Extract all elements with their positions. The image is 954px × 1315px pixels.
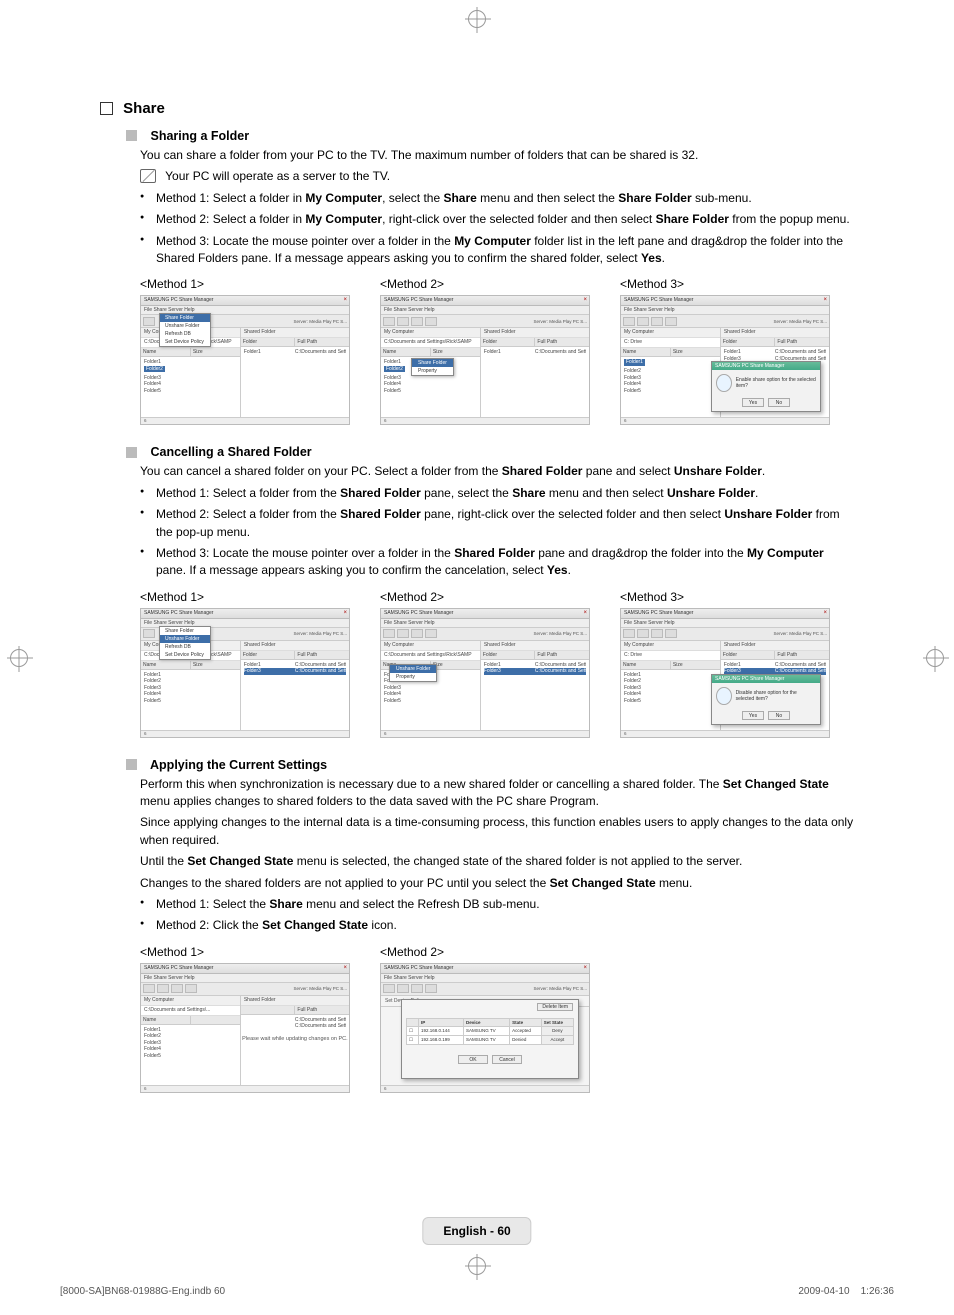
cancelling-heading: Cancelling a Shared Folder xyxy=(126,445,854,459)
context-property[interactable]: Property xyxy=(390,673,436,681)
folder-item[interactable]: Folder2 xyxy=(144,366,165,373)
section-title: Share xyxy=(100,100,854,117)
menu-refresh-db[interactable]: Refresh DB xyxy=(160,330,210,338)
registration-mark-left xyxy=(10,649,28,667)
screenshot-applying-m1: SAMSUNG PC Share Manager× File Share Ser… xyxy=(140,963,350,1093)
method-label: <Method 2> xyxy=(380,277,590,291)
close-icon[interactable]: × xyxy=(583,609,587,618)
menu-unshare-folder[interactable]: Unshare Folder xyxy=(160,322,210,330)
menu-share-folder[interactable]: Share Folder xyxy=(160,627,210,635)
applying-p1: Perform this when synchronization is nec… xyxy=(140,776,854,811)
sharing-method-3: Method 3: Locate the mouse pointer over … xyxy=(140,233,854,268)
sharing-methods-list: Method 1: Select a folder in My Computer… xyxy=(140,190,854,268)
close-icon[interactable]: × xyxy=(583,964,587,973)
applying-p3: Until the Set Changed State menu is sele… xyxy=(140,853,854,870)
method-label: <Method 1> xyxy=(140,277,350,291)
close-icon[interactable]: × xyxy=(823,609,827,618)
screenshot-sharing-m2: SAMSUNG PC Share Manager× File Share Ser… xyxy=(380,295,590,425)
toolbar-button[interactable] xyxy=(143,317,155,326)
screenshot-cancelling-m2: SAMSUNG PC Share Manager× File Share Ser… xyxy=(380,608,590,738)
section-title-text: Share xyxy=(123,100,165,117)
applying-screenshots-row: <Method 1> SAMSUNG PC Share Manager× Fil… xyxy=(140,945,854,1093)
sharing-method-2: Method 2: Select a folder in My Computer… xyxy=(140,211,854,228)
close-icon[interactable]: × xyxy=(343,296,347,305)
screenshot-applying-m2: SAMSUNG PC Share Manager× File Share Ser… xyxy=(380,963,590,1093)
square-bullet-icon xyxy=(100,102,113,115)
sharing-method2-col: <Method 2> SAMSUNG PC Share Manager× Fil… xyxy=(380,277,590,425)
gray-bullet-icon xyxy=(126,447,137,458)
registration-mark-top xyxy=(468,10,486,28)
context-unshare-folder[interactable]: Unshare Folder xyxy=(390,665,436,673)
registration-mark-bottom xyxy=(468,1257,486,1275)
folder-item[interactable]: Folder2 xyxy=(384,366,405,373)
imprint-timestamp: 2009-04-10 1:26:36 xyxy=(798,1286,894,1297)
toolbar-button[interactable] xyxy=(411,317,423,326)
sharing-note: Your PC will operate as a server to the … xyxy=(140,168,854,185)
page-footer: English - 60 xyxy=(422,1217,531,1245)
no-button[interactable]: No xyxy=(768,398,790,407)
dialog-message: Disable share option for the selected it… xyxy=(736,690,816,702)
close-icon[interactable]: × xyxy=(343,964,347,973)
imprint-line: [8000-SA]BN68-01988G-Eng.indb 60 2009-04… xyxy=(60,1286,894,1297)
dialog-message: Enable share option for the selected ite… xyxy=(736,377,816,389)
yes-button[interactable]: Yes xyxy=(742,711,764,720)
cancelling-screenshots-row: <Method 1> SAMSUNG PC Share Manager× Fil… xyxy=(140,590,854,738)
menu-device-policy[interactable]: Set Device Policy xyxy=(160,338,210,346)
screenshot-sharing-m3: SAMSUNG PC Share Manager× File Share Ser… xyxy=(620,295,830,425)
applying-heading: Applying the Current Settings xyxy=(126,758,854,772)
no-button[interactable]: No xyxy=(768,711,790,720)
toolbar-button[interactable] xyxy=(425,317,437,326)
applying-method-1: Method 1: Select the Share menu and sele… xyxy=(140,896,854,913)
sharing-method3-col: <Method 3> SAMSUNG PC Share Manager× Fil… xyxy=(620,277,830,425)
method-label: <Method 3> xyxy=(620,277,830,291)
question-icon xyxy=(716,687,732,705)
menu-device-policy[interactable]: Set Device Policy xyxy=(160,651,210,659)
device-table: IP Device State Set State ☐ 192.168.0.14… xyxy=(406,1018,574,1045)
menu-share-folder[interactable]: Share Folder xyxy=(160,314,210,322)
note-icon xyxy=(140,169,156,183)
cancelling-method-1: Method 1: Select a folder from the Share… xyxy=(140,485,854,502)
cancelling-method-2: Method 2: Select a folder from the Share… xyxy=(140,506,854,541)
cancelling-methods-list: Method 1: Select a folder from the Share… xyxy=(140,485,854,580)
applying-p2: Since applying changes to the internal d… xyxy=(140,814,854,849)
imprint-file: [8000-SA]BN68-01988G-Eng.indb 60 xyxy=(60,1286,225,1297)
sharing-method1-col: <Method 1> SAMSUNG PC Share Manager× Fil… xyxy=(140,277,350,425)
screenshot-sharing-m1: SAMSUNG PC Share Manager× File Share Ser… xyxy=(140,295,350,425)
menu-refresh-db[interactable]: Refresh DB xyxy=(160,643,210,651)
sharing-screenshots-row: <Method 1> SAMSUNG PC Share Manager× Fil… xyxy=(140,277,854,425)
applying-methods-list: Method 1: Select the Share menu and sele… xyxy=(140,896,854,935)
folder-item[interactable]: Folder5 xyxy=(144,388,237,395)
updating-message: Please wait while updating changes on PC… xyxy=(241,1036,349,1042)
deny-button[interactable]: Deny xyxy=(541,1026,573,1035)
registration-mark-right xyxy=(926,649,944,667)
accept-button[interactable]: Accept xyxy=(541,1035,573,1044)
gray-bullet-icon xyxy=(126,759,137,770)
screenshot-cancelling-m1: SAMSUNG PC Share Manager× File Share Ser… xyxy=(140,608,350,738)
delete-item-button[interactable]: Delete Item xyxy=(537,1003,573,1011)
cancelling-intro: You can cancel a shared folder on your P… xyxy=(140,463,854,480)
context-share-folder[interactable]: Share Folder xyxy=(412,359,453,367)
sharing-heading: Sharing a Folder xyxy=(126,129,854,143)
applying-p4: Changes to the shared folders are not ap… xyxy=(140,875,854,892)
cancelling-method-3: Method 3: Locate the mouse pointer over … xyxy=(140,545,854,580)
context-property[interactable]: Property xyxy=(412,367,453,375)
ok-button[interactable]: OK xyxy=(458,1055,488,1064)
table-row[interactable]: ☐ 192.168.0.144 SAMSUNG TV Accepted Deny xyxy=(407,1026,574,1035)
close-icon[interactable]: × xyxy=(343,609,347,618)
cancel-button[interactable]: Cancel xyxy=(492,1055,522,1064)
table-row[interactable]: ☐ 192.168.0.199 SAMSUNG TV Denied Accept xyxy=(407,1035,574,1044)
screenshot-cancelling-m3: SAMSUNG PC Share Manager× File Share Ser… xyxy=(620,608,830,738)
gray-bullet-icon xyxy=(126,130,137,141)
toolbar-button[interactable] xyxy=(397,317,409,326)
toolbar-button[interactable] xyxy=(383,317,395,326)
yes-button[interactable]: Yes xyxy=(742,398,764,407)
sharing-intro: You can share a folder from your PC to t… xyxy=(140,147,854,164)
close-icon[interactable]: × xyxy=(823,296,827,305)
page: Share Sharing a Folder You can share a f… xyxy=(0,0,954,1315)
menu-unshare-folder[interactable]: Unshare Folder xyxy=(160,635,210,643)
close-icon[interactable]: × xyxy=(583,296,587,305)
question-icon xyxy=(716,374,732,392)
applying-method-2: Method 2: Click the Set Changed State ic… xyxy=(140,917,854,934)
sharing-method-1: Method 1: Select a folder in My Computer… xyxy=(140,190,854,207)
